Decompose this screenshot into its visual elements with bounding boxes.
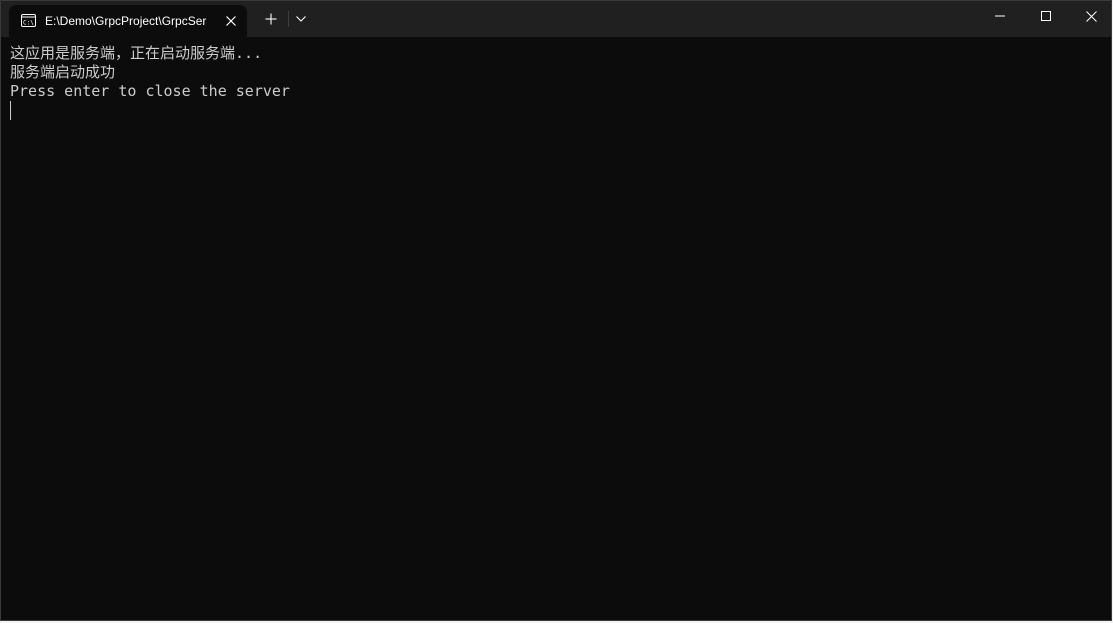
- svg-text:C:\: C:\: [23, 20, 34, 27]
- tab-terminal[interactable]: C:\ E:\Demo\GrpcProject\GrpcSer: [9, 5, 247, 37]
- console-line: 服务端启动成功: [10, 63, 116, 81]
- minimize-icon: [995, 15, 1005, 17]
- plus-icon: [265, 13, 277, 25]
- tab-title: E:\Demo\GrpcProject\GrpcSer: [45, 14, 207, 28]
- maximize-button[interactable]: [1023, 1, 1069, 31]
- close-icon: [1085, 10, 1097, 22]
- console-line: Press enter to close the server: [10, 82, 290, 100]
- title-bar[interactable]: C:\ E:\Demo\GrpcProject\GrpcSer: [1, 1, 1111, 37]
- chevron-down-icon: [296, 16, 306, 22]
- new-tab-button[interactable]: [260, 7, 282, 31]
- tab-divider: [288, 11, 289, 27]
- close-tab-icon[interactable]: [221, 11, 241, 31]
- maximize-icon: [1041, 11, 1051, 21]
- console-output[interactable]: 这应用是服务端，正在启动服务端... 服务端启动成功 Press enter t…: [10, 44, 1103, 612]
- terminal-window: C:\ E:\Demo\GrpcProject\GrpcSer 这应用是服务端，…: [0, 0, 1112, 621]
- text-cursor: [10, 101, 11, 120]
- close-window-button[interactable]: [1068, 1, 1111, 31]
- terminal-icon: C:\: [21, 14, 36, 27]
- minimize-button[interactable]: [977, 1, 1023, 31]
- console-line: 这应用是服务端，正在启动服务端...: [10, 44, 263, 62]
- profiles-dropdown-button[interactable]: [291, 7, 311, 31]
